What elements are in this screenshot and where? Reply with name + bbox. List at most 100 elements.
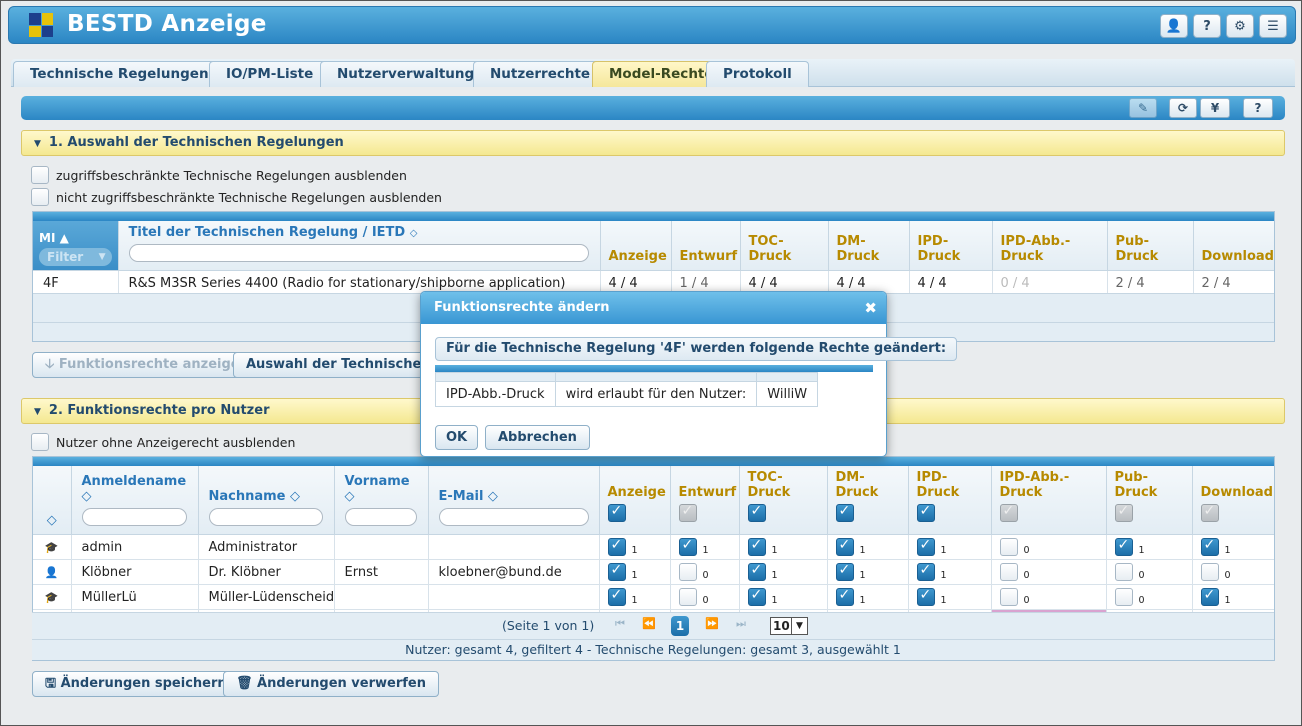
checkbox[interactable] xyxy=(1200,587,1219,606)
ok-button[interactable]: OK xyxy=(435,425,479,450)
checkbox-row-ohne-anzeige[interactable]: Nutzer ohne Anzeigerecht ausblenden xyxy=(31,433,295,451)
section-header-technische-regelungen[interactable]: ▼ 1. Auswahl der Technischen Regelungen xyxy=(21,130,1285,156)
column-header-ipd-abb-druck[interactable]: IPD-Abb.-Druck xyxy=(992,221,1108,271)
checkbox[interactable] xyxy=(999,503,1018,522)
column-header-pub-druck[interactable]: Pub-Druck xyxy=(1107,221,1194,271)
checkbox-row-unrestricted[interactable]: nicht zugriffsbeschränkte Technische Reg… xyxy=(31,188,442,206)
column-header-anzeige[interactable]: Anzeige xyxy=(599,466,671,535)
table-row[interactable]: 👤 Klöbner Dr. Klöbner Ernst kloebner@bund.de… xyxy=(33,559,1274,585)
checkbox[interactable] xyxy=(835,503,854,522)
column-header-email[interactable]: E-Mail ◇ xyxy=(428,466,600,535)
table-row[interactable]: 🎓MüllerLüMüller-Lüdenscheidt10111001 xyxy=(33,584,1274,610)
rights-cell: 0 xyxy=(1106,584,1193,610)
checkbox[interactable] xyxy=(1114,588,1133,606)
checkbox[interactable] xyxy=(1114,537,1133,556)
checkbox[interactable] xyxy=(1114,563,1133,581)
column-header-anzeige[interactable]: Anzeige xyxy=(600,221,672,271)
column-header-entwurf[interactable]: Entwurf xyxy=(671,221,741,271)
checkbox[interactable] xyxy=(1114,503,1133,522)
column-header-mi[interactable]: MI ▲ Filter ▼ xyxy=(33,221,119,271)
save-changes-button[interactable]: 🖫 Änderungen speichern xyxy=(32,671,240,697)
column-header-vorname[interactable]: Vorname ◇ xyxy=(334,466,429,535)
checkbox[interactable] xyxy=(835,562,854,581)
current-page-button[interactable]: 1 xyxy=(671,616,689,636)
help-icon[interactable]: ? xyxy=(1193,14,1221,38)
checkbox[interactable] xyxy=(607,587,626,606)
checkbox[interactable] xyxy=(916,562,935,581)
nachname-filter-input[interactable] xyxy=(208,508,323,526)
last-page-icon[interactable]: ⏭ xyxy=(736,617,746,635)
edit-icon[interactable]: ✎ xyxy=(1129,98,1157,118)
vorname-filter-input[interactable] xyxy=(344,508,417,526)
tab-technische-regelungen[interactable]: Technische Regelungen xyxy=(13,61,226,87)
column-header-titel[interactable]: Titel der Technischen Regelung / IETD ◇ xyxy=(118,221,601,271)
close-icon[interactable]: ✖ xyxy=(864,292,877,324)
checkbox[interactable] xyxy=(607,537,626,556)
checkbox[interactable] xyxy=(678,537,697,556)
checkbox[interactable] xyxy=(31,166,49,184)
checkbox[interactable] xyxy=(747,503,766,522)
email-filter-input[interactable] xyxy=(438,508,589,526)
user-icon[interactable]: 👤 xyxy=(1160,14,1188,38)
column-header-dm-druck[interactable]: DM-Druck xyxy=(827,466,909,535)
checkbox[interactable] xyxy=(999,538,1018,556)
column-header-entwurf[interactable]: Entwurf xyxy=(670,466,740,535)
column-header-ipd-abb-druck[interactable]: IPD-Abb.-Druck xyxy=(991,466,1107,535)
filter-dropdown[interactable]: Filter ▼ xyxy=(39,248,112,266)
anmeldename-filter-input[interactable] xyxy=(81,508,187,526)
column-header-ipd-druck[interactable]: IPD-Druck xyxy=(909,221,993,271)
checkbox[interactable] xyxy=(607,562,626,581)
page-size-select[interactable]: 10 ▼ xyxy=(770,617,808,635)
tab-nutzerverwaltung[interactable]: Nutzerverwaltung xyxy=(320,61,492,87)
checkbox-row-restricted[interactable]: zugriffsbeschränkte Technische Regelunge… xyxy=(31,166,407,184)
menu-icon[interactable]: ☰ xyxy=(1259,14,1287,38)
checkbox[interactable] xyxy=(835,587,854,606)
gear-icon[interactable]: ⚙ xyxy=(1226,14,1254,38)
checkbox[interactable] xyxy=(747,562,766,581)
checkbox[interactable] xyxy=(678,588,697,606)
checkbox[interactable] xyxy=(1200,563,1219,581)
table-row[interactable]: 🎓adminAdministrator11111011 xyxy=(33,534,1274,560)
refresh-icon[interactable]: ⟳ xyxy=(1169,98,1197,118)
tab-io-pm-liste[interactable]: IO/PM-Liste xyxy=(209,61,331,87)
checkbox[interactable] xyxy=(835,537,854,556)
column-header-anmeldename[interactable]: Anmeldename ◇ xyxy=(71,466,199,535)
checkbox[interactable] xyxy=(916,587,935,606)
column-header-ipd-druck[interactable]: IPD-Druck xyxy=(908,466,992,535)
help-icon[interactable]: ? xyxy=(1243,98,1273,118)
checkbox[interactable] xyxy=(1200,537,1219,556)
checkbox[interactable] xyxy=(678,563,697,581)
titel-filter-input[interactable] xyxy=(128,244,589,262)
column-header-dm-druck[interactable]: DM-Druck xyxy=(828,221,910,271)
checkbox[interactable] xyxy=(916,537,935,556)
checkbox[interactable] xyxy=(1200,503,1219,522)
column-header-toc-druck[interactable]: TOC-Druck xyxy=(739,466,828,535)
checkbox[interactable] xyxy=(31,188,49,206)
tab-nutzerrechte[interactable]: Nutzerrechte xyxy=(473,61,608,87)
yen-icon[interactable]: ¥ xyxy=(1200,98,1230,118)
chevron-down-icon: ▼ xyxy=(791,618,807,634)
checkbox[interactable] xyxy=(678,503,697,522)
rights-cell: 0 xyxy=(1106,559,1193,585)
column-header-download[interactable]: Download xyxy=(1192,466,1274,535)
prev-page-icon[interactable]: ⏪ xyxy=(642,617,656,635)
column-header-download[interactable]: Download xyxy=(1193,221,1274,271)
column-header-pub-druck[interactable]: Pub-Druck xyxy=(1106,466,1193,535)
tab-protokoll[interactable]: Protokoll xyxy=(706,61,809,87)
discard-changes-button[interactable]: 🗑 Änderungen verwerfen xyxy=(223,671,439,697)
checkbox[interactable] xyxy=(747,587,766,606)
checkbox[interactable] xyxy=(999,588,1018,606)
first-page-icon[interactable]: ⏮ xyxy=(615,617,625,635)
column-header-toc-druck[interactable]: TOC-Druck xyxy=(740,221,829,271)
cancel-button[interactable]: Abbrechen xyxy=(485,425,590,450)
next-page-icon[interactable]: ⏩ xyxy=(705,617,719,635)
change-rights-dialog: Funktionsrechte ändern ✖ Für die Technisc… xyxy=(420,291,958,457)
checkbox[interactable] xyxy=(916,503,935,522)
column-header-nachname[interactable]: Nachname ◇ xyxy=(198,466,335,535)
checkbox[interactable] xyxy=(747,537,766,556)
sort-icon[interactable]: ◇ xyxy=(33,466,72,535)
checkbox[interactable] xyxy=(999,563,1018,581)
checkbox[interactable] xyxy=(607,503,626,522)
checkbox[interactable] xyxy=(31,433,49,451)
funktionsrechte-anzeigen-button[interactable]: 🡣 Funktionsrechte anzeigen xyxy=(32,352,262,378)
